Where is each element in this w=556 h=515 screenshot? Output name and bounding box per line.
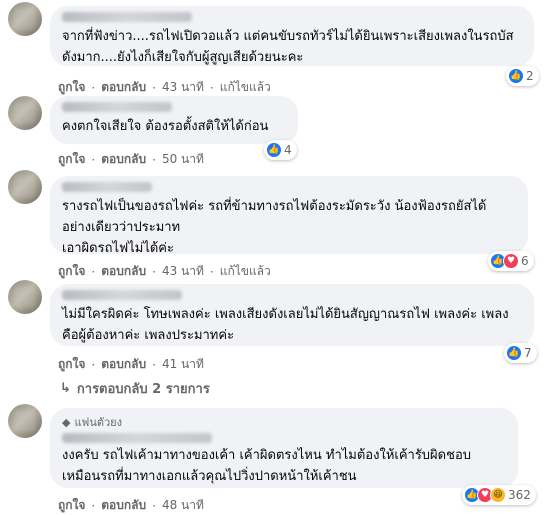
comment-bubble: ◆ แฟนตัวยง งงครับ รถไฟเค้ามาทางของเค้า เ… <box>50 408 518 488</box>
comment-time[interactable]: 50 นาที <box>162 150 204 169</box>
commenter-name-blurred[interactable] <box>62 433 212 443</box>
haha-reaction-icon: 😆 <box>490 487 506 503</box>
edited-label: แก้ไขแล้ว <box>219 264 271 278</box>
reaction-summary[interactable]: 👍 2 <box>506 66 539 86</box>
reaction-count: 2 <box>526 69 534 83</box>
comment-time[interactable]: 43 นาที <box>162 78 204 97</box>
commenter-avatar[interactable] <box>8 280 42 314</box>
commenter-avatar[interactable] <box>8 170 42 204</box>
like-reaction-icon: 👍 <box>506 345 522 361</box>
reaction-summary[interactable]: 👍 4 <box>264 140 297 160</box>
comment-actions: ถูกใจ · ตอบกลับ · 50 นาที <box>58 150 204 169</box>
commenter-avatar[interactable] <box>8 404 42 438</box>
reaction-count: 4 <box>284 143 292 157</box>
comment-text: รางรถไฟเป็นของรถไฟค่ะ รถที่ข้ามทางรถไฟต้… <box>62 199 487 256</box>
comment-actions: ถูกใจ · ตอบกลับ · 41 นาที <box>58 355 204 374</box>
reply-link[interactable]: ตอบกลับ <box>101 78 146 97</box>
top-fan-badge: ◆ แฟนตัวยง <box>62 413 506 431</box>
diamond-icon: ◆ <box>62 415 71 429</box>
comment-bubble: คงตกใจเสียใจ ต้องรอตั้งสติให้ได้ก่อน <box>50 96 298 144</box>
comment-time[interactable]: 43 นาที <box>162 262 204 281</box>
like-link[interactable]: ถูกใจ <box>58 355 85 374</box>
comment-bubble: ไม่มีใครผิดค่ะ โทษเพลงค่ะ เพลงเสียงดังเล… <box>50 284 534 346</box>
edited-label: แก้ไขแล้ว <box>219 80 271 94</box>
commenter-name-blurred[interactable] <box>62 182 152 192</box>
comment-bubble: รางรถไฟเป็นของรถไฟค่ะ รถที่ข้ามทางรถไฟต้… <box>50 176 528 256</box>
comment-actions: ถูกใจ · ตอบกลับ · 48 นาที <box>58 496 204 515</box>
comment-actions: ถูกใจ · ตอบกลับ · 43 นาที · แก้ไขแล้ว <box>58 78 271 97</box>
reaction-count: 7 <box>524 346 532 360</box>
reply-link[interactable]: ตอบกลับ <box>101 355 146 374</box>
reaction-summary[interactable]: 👍 ♥ 6 <box>488 251 534 271</box>
reply-link[interactable]: ตอบกลับ <box>101 496 146 515</box>
comment-text: ไม่มีใครผิดค่ะ โทษเพลงค่ะ เพลงเสียงดังเล… <box>62 307 509 343</box>
like-link[interactable]: ถูกใจ <box>58 262 85 281</box>
commenter-name-blurred[interactable] <box>62 290 182 300</box>
love-reaction-icon: ♥ <box>503 253 519 269</box>
reply-arrow-icon: ↳ <box>60 381 71 396</box>
comment-text: จากที่ฟังข่าว....รถไฟเปิดวอแล้ว แต่คนขับ… <box>62 29 514 65</box>
like-reaction-icon: 👍 <box>266 142 282 158</box>
reaction-summary[interactable]: 👍 ♥ 😆 362 <box>462 485 536 505</box>
comment-text: คงตกใจเสียใจ ต้องรอตั้งสติให้ได้ก่อน <box>62 119 269 134</box>
like-reaction-icon: 👍 <box>508 68 524 84</box>
badge-label: แฟนตัวยง <box>74 416 123 429</box>
comment-bubble: จากที่ฟังข่าว....รถไฟเปิดวอแล้ว แต่คนขับ… <box>50 6 534 66</box>
like-link[interactable]: ถูกใจ <box>58 496 85 515</box>
reaction-summary[interactable]: 👍 7 <box>504 343 537 363</box>
view-replies-label: การตอบกลับ 2 รายการ <box>76 382 210 397</box>
commenter-avatar[interactable] <box>8 96 42 130</box>
commenter-name-blurred[interactable] <box>62 102 172 112</box>
like-link[interactable]: ถูกใจ <box>58 78 85 97</box>
reaction-count: 6 <box>521 254 529 268</box>
commenter-name-blurred[interactable] <box>62 12 192 22</box>
comment-time[interactable]: 41 นาที <box>162 355 204 374</box>
reply-link[interactable]: ตอบกลับ <box>101 150 146 169</box>
reaction-count: 362 <box>508 488 531 502</box>
comment-text: งงครับ รถไฟเค้ามาทางของเค้า เค้าผิดตรงไห… <box>62 448 471 484</box>
comment-actions: ถูกใจ · ตอบกลับ · 43 นาที · แก้ไขแล้ว <box>58 262 271 281</box>
view-replies-link[interactable]: ↳ การตอบกลับ 2 รายการ <box>60 378 210 399</box>
comment-time[interactable]: 48 นาที <box>162 496 204 515</box>
commenter-avatar[interactable] <box>8 2 42 36</box>
reply-link[interactable]: ตอบกลับ <box>101 262 146 281</box>
like-link[interactable]: ถูกใจ <box>58 150 85 169</box>
